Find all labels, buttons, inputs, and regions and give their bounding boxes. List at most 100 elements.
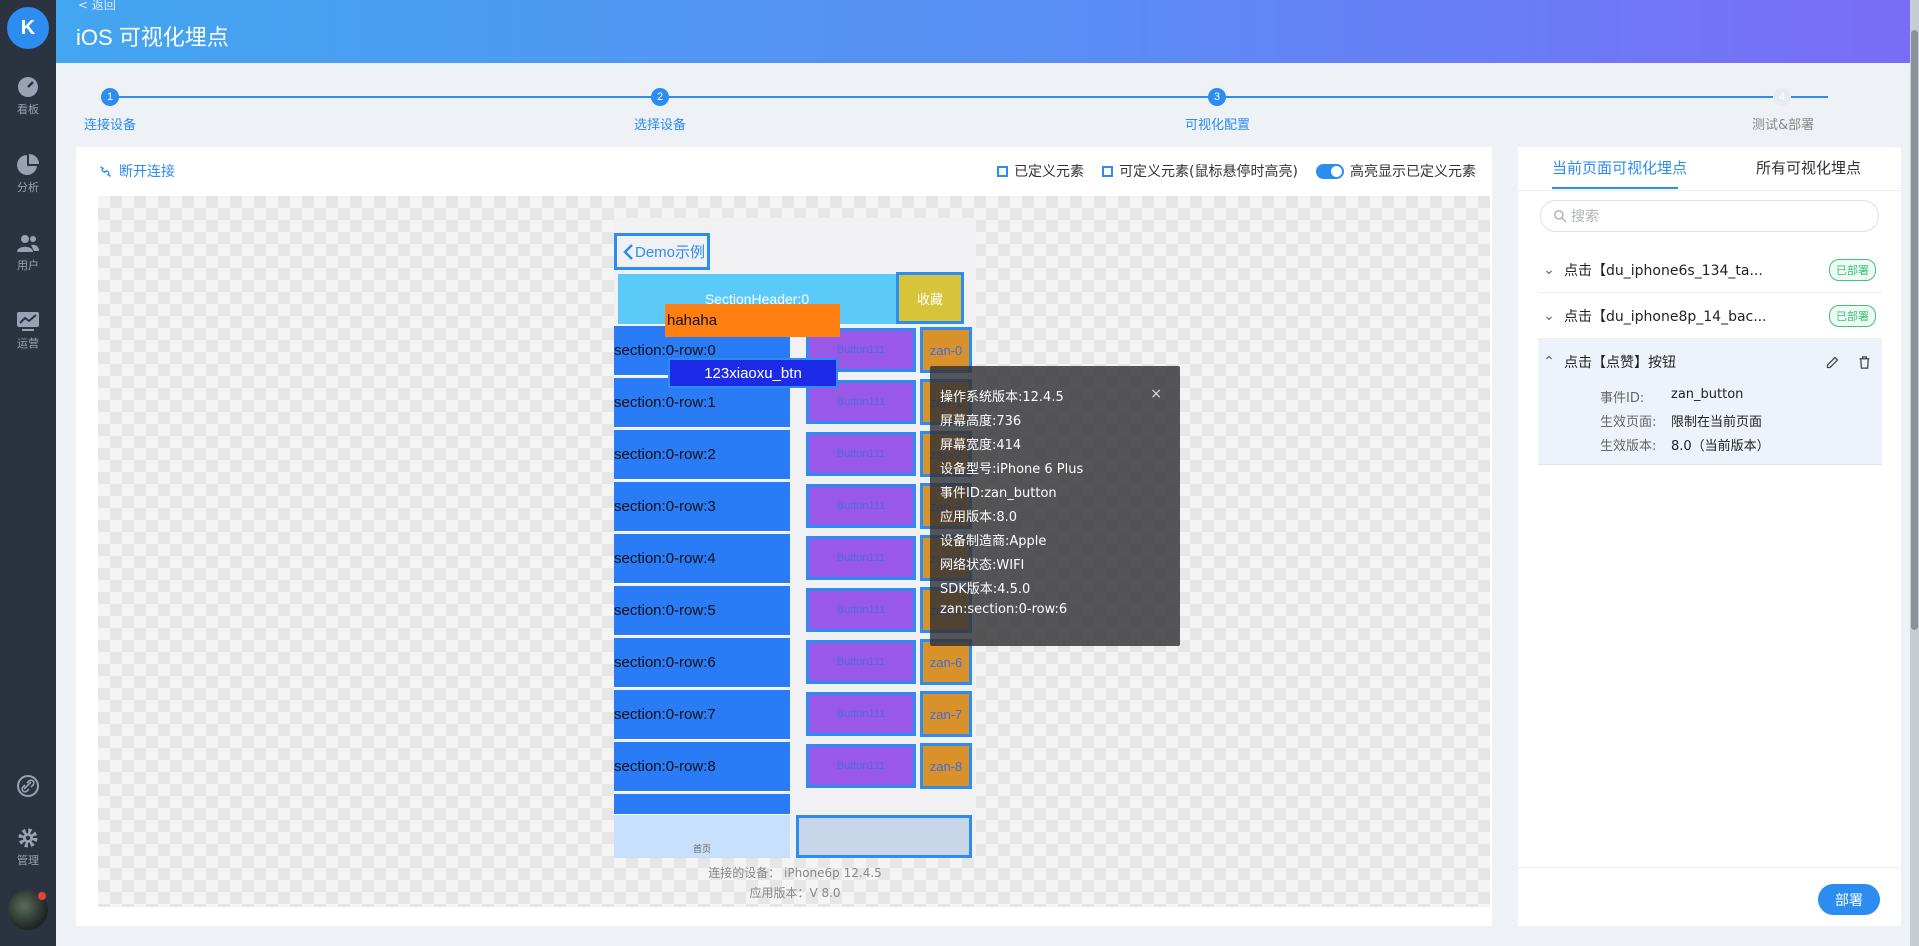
events-panel: 当前页面可视化埋点 所有可视化埋点 搜索 ⌄ 点击【du_iphone6s_13… [1518, 147, 1901, 926]
tab-current-page[interactable]: 当前页面可视化埋点 [1552, 157, 1687, 178]
popover-line: 事件ID:zan_button [940, 486, 1057, 501]
rail-item-label: 看板 [17, 103, 39, 116]
element-info-popover: × 操作系统版本:12.4.5 屏幕高度:736 屏幕宽度:414 设备型号:iPho… [930, 366, 1180, 646]
row-button[interactable]: Button111 [806, 432, 916, 476]
link-icon [17, 775, 39, 797]
definable-swatch [1102, 166, 1114, 177]
chevron-down-icon: ⌄ [1543, 307, 1555, 324]
event-item[interactable]: ⌃ 点击【点赞】按钮 [1538, 339, 1882, 385]
event-title: 点击【du_iphone6s_134_ta... [1564, 262, 1763, 279]
row-button[interactable]: Button111 [806, 744, 916, 788]
popover-line: SDK版本:4.5.0 [940, 582, 1031, 597]
detail-value: 限制在当前页面 [1671, 415, 1763, 430]
row-button[interactable]: Button111 [806, 692, 916, 736]
row-button[interactable]: Button111 [806, 588, 916, 632]
highlight-toggle[interactable]: 高亮显示已定义元素 [1316, 161, 1476, 181]
search-placeholder: 搜索 [1571, 209, 1599, 225]
detail-value: zan_button [1671, 387, 1744, 402]
popover-line: 设备型号:iPhone 6 Plus [940, 462, 1084, 477]
close-icon[interactable]: × [1150, 386, 1162, 402]
table-row[interactable]: section:0-row:2 [614, 430, 790, 480]
rail-item-label: 运营 [17, 337, 39, 350]
legend-defined: 已定义元素 [997, 161, 1084, 181]
toggle-switch[interactable] [1316, 164, 1344, 179]
overlay-orange-label[interactable]: hahaha [665, 304, 840, 337]
row-button[interactable]: Button111 [806, 536, 916, 580]
chevron-up-icon: ⌃ [1543, 354, 1555, 370]
popover-line: zan:section:0-row:6 [940, 602, 1068, 617]
event-item[interactable]: ⌄ 点击【du_iphone8p_14_bac... 已部署 [1538, 293, 1882, 339]
zan-button[interactable]: zan-8 [920, 743, 972, 789]
back-link[interactable]: < 返回 [78, 0, 116, 13]
detail-key: 生效版本: [1600, 439, 1657, 454]
left-rail: K 看板 分析 用户 运营 管理 [0, 0, 56, 946]
rail-item-users[interactable]: 用户 [0, 231, 56, 273]
event-item[interactable]: ⌄ 点击【du_iphone6s_134_ta... 已部署 [1538, 247, 1882, 293]
table-row[interactable]: section:0-row:7 [614, 690, 790, 740]
table-row[interactable]: section:0-row:4 [614, 534, 790, 584]
popover-line: 操作系统版本:12.4.5 [940, 390, 1064, 405]
rail-item-dashboard[interactable]: 看板 [0, 75, 56, 117]
tab-bar-item[interactable] [796, 815, 972, 858]
detail-value: 8.0（当前版本） [1671, 439, 1770, 454]
collect-button[interactable]: 收藏 [896, 272, 964, 324]
delete-icon[interactable] [1857, 355, 1872, 370]
legend-definable-label: 可定义元素(鼠标悬停时高亮) [1119, 164, 1298, 180]
notification-dot [38, 892, 46, 900]
row-button[interactable]: Button111 [806, 484, 916, 528]
users-icon [17, 235, 39, 252]
table-row[interactable]: section:0-row:6 [614, 638, 790, 688]
nav-back-label: Demo示例 [635, 244, 706, 261]
overlay-blue-button[interactable]: 123xiaoxu_btn [668, 358, 838, 388]
detail-key: 生效页面: [1600, 415, 1657, 430]
step-3-label: 可视化配置 [1185, 118, 1251, 133]
chevron-left-icon [623, 243, 633, 260]
deployed-badge: 已部署 [1829, 304, 1876, 327]
popover-line: 屏幕宽度:414 [940, 438, 1022, 453]
rail-item-link[interactable] [0, 774, 56, 800]
app-logo[interactable]: K [7, 7, 49, 49]
rail-item-operations[interactable]: 运营 [0, 309, 56, 351]
pie-chart-icon [17, 154, 39, 175]
tab-all[interactable]: 所有可视化埋点 [1756, 157, 1861, 178]
row-button[interactable]: Button111 [806, 640, 916, 684]
rail-item-analysis[interactable]: 分析 [0, 153, 56, 195]
nav-back-button[interactable]: Demo示例 [614, 233, 710, 270]
edit-icon[interactable] [1825, 355, 1840, 370]
connected-device: 连接的设备： iPhone6p 12.4.5 [708, 866, 882, 880]
popover-line: 网络状态:WIFI [940, 558, 1025, 573]
table-row[interactable]: section:0-row:3 [614, 482, 790, 532]
gear-icon [18, 828, 38, 848]
step-1-dot: 1 [101, 88, 119, 106]
toggle-label: 高亮显示已定义元素 [1350, 164, 1476, 180]
step-4-label: 测试&部署 [1752, 118, 1815, 133]
table-row[interactable]: section:0-row:8 [614, 742, 790, 792]
steps-bar: 1 连接设备 2 选择设备 3 可视化配置 4 测试&部署 [56, 63, 1919, 143]
tab-underline [1552, 187, 1678, 189]
rail-item-label: 管理 [17, 854, 39, 867]
deploy-button[interactable]: 部署 [1818, 884, 1880, 915]
disconnect-button[interactable]: 断开连接 [98, 161, 175, 181]
detail-key: 事件ID: [1600, 391, 1645, 406]
step-1-label: 连接设备 [84, 118, 137, 133]
defined-swatch [997, 166, 1009, 177]
search-icon [1554, 210, 1567, 223]
deployed-badge: 已部署 [1829, 258, 1876, 281]
tabs-divider [1518, 190, 1901, 191]
tab-home[interactable]: 首页 [614, 815, 790, 858]
rail-item-manage[interactable]: 管理 [0, 826, 56, 868]
app-version: 应用版本：V 8.0 [749, 886, 841, 900]
search-input[interactable]: 搜索 [1540, 200, 1879, 232]
step-line-done [110, 96, 1266, 98]
dashboard-icon [18, 77, 38, 97]
monitor-icon [17, 312, 39, 331]
zan-button[interactable]: zan-7 [920, 691, 972, 737]
legend-defined-label: 已定义元素 [1014, 164, 1085, 180]
scrollbar-thumb[interactable] [1911, 30, 1918, 630]
table-row[interactable]: section:0-row:5 [614, 586, 790, 636]
step-4-dot: 4 [1773, 88, 1791, 106]
step-2-dot: 2 [651, 88, 669, 106]
legend-definable: 可定义元素(鼠标悬停时高亮) [1102, 161, 1298, 181]
footer-divider [1518, 867, 1901, 868]
table-row-partial [614, 794, 790, 815]
